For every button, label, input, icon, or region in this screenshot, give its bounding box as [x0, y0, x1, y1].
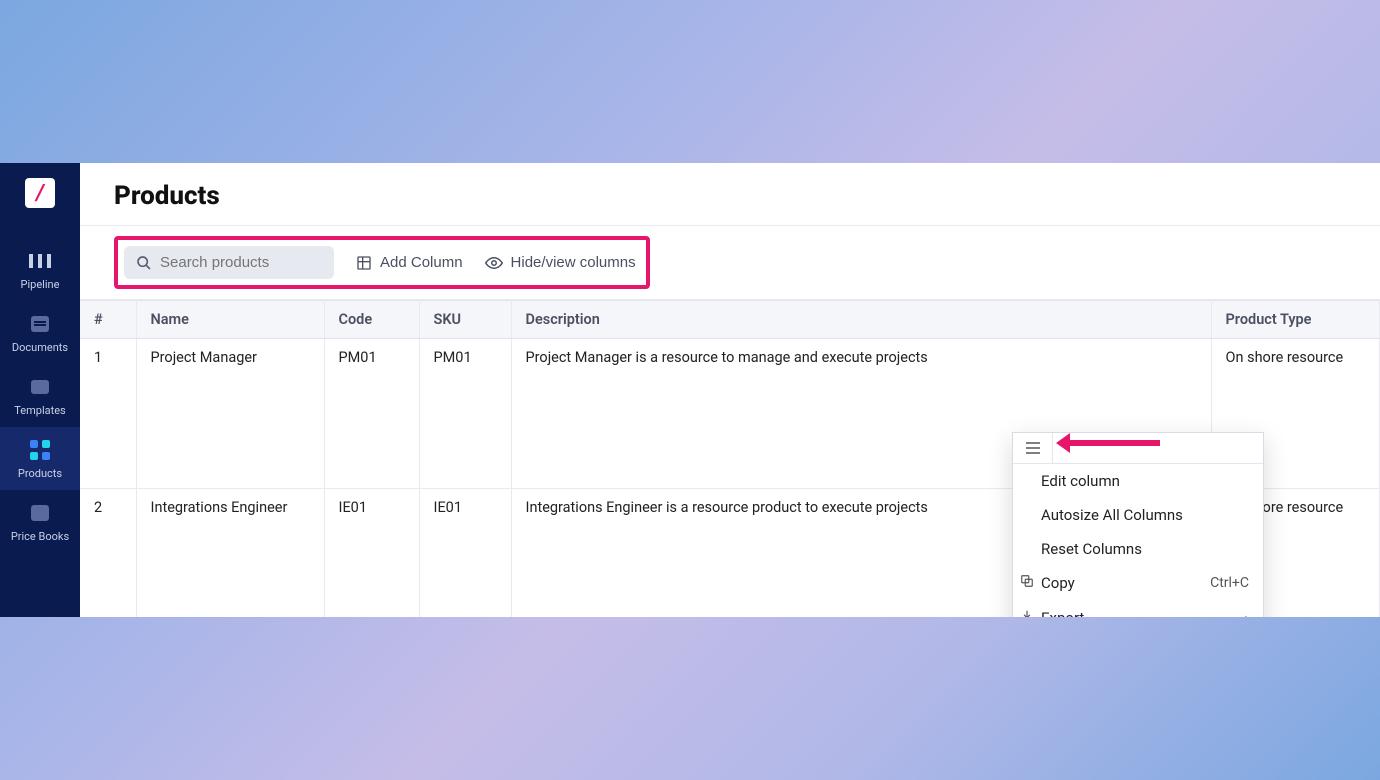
search-input-wrap[interactable]	[124, 246, 334, 279]
documents-icon	[31, 316, 49, 332]
toolbar: Add Column Hide/view columns	[80, 225, 1380, 300]
pipeline-icon	[29, 250, 51, 272]
cell-number: 2	[80, 489, 136, 618]
context-menu-edit-column[interactable]: Edit column	[1013, 464, 1263, 498]
cell-number: 1	[80, 339, 136, 489]
sidebar-item-documents[interactable]: Documents	[0, 301, 80, 364]
context-menu-header	[1013, 433, 1263, 464]
download-icon	[1020, 609, 1034, 618]
main-panel: Products Add Column Hide/view columns	[80, 163, 1380, 617]
annotation-highlight: Add Column Hide/view columns	[114, 236, 650, 289]
hamburger-icon	[1026, 442, 1040, 454]
column-header-description[interactable]: Description	[511, 301, 1211, 339]
column-header-code[interactable]: Code	[324, 301, 419, 339]
search-input[interactable]	[160, 254, 322, 271]
sidebar-item-products[interactable]: Products	[0, 427, 80, 490]
cell-code: IE01	[324, 489, 419, 618]
cell-name: Integrations Engineer	[136, 489, 324, 618]
sidebar-item-label: Documents	[12, 341, 68, 354]
chevron-right-icon: ›	[1244, 608, 1249, 617]
sidebar-item-price-books[interactable]: Price Books	[0, 490, 80, 553]
app-logo: /	[25, 178, 55, 208]
annotation-arrow	[1070, 440, 1160, 446]
add-column-button[interactable]: Add Column	[356, 254, 463, 271]
cell-code: PM01	[324, 339, 419, 489]
keyboard-shortcut: Ctrl+C	[1210, 575, 1249, 591]
column-header-number[interactable]: #	[80, 301, 136, 339]
products-table-wrap: # Name Code SKU Description Product Type…	[80, 300, 1380, 617]
page-title: Products	[80, 163, 1380, 225]
sidebar-item-pipeline[interactable]: Pipeline	[0, 238, 80, 301]
column-context-menu: Edit column Autosize All Columns Reset C…	[1012, 432, 1264, 617]
sidebar-item-label: Price Books	[11, 530, 69, 543]
products-icon	[30, 440, 50, 460]
templates-icon	[31, 380, 49, 394]
column-header-product-type[interactable]: Product Type	[1211, 301, 1380, 339]
column-header-name[interactable]: Name	[136, 301, 324, 339]
search-icon	[136, 255, 152, 271]
price-books-icon	[31, 505, 49, 521]
context-menu-hamburger-button[interactable]	[1013, 433, 1053, 463]
sidebar: / Pipeline Documents Templates Products …	[0, 163, 80, 617]
sidebar-item-label: Pipeline	[21, 278, 60, 291]
cell-name: Project Manager	[136, 339, 324, 489]
cell-sku: PM01	[419, 339, 511, 489]
context-menu-export[interactable]: Export ›	[1013, 600, 1263, 617]
context-menu-autosize[interactable]: Autosize All Columns	[1013, 498, 1263, 532]
table-icon	[356, 255, 372, 271]
hide-columns-button[interactable]: Hide/view columns	[485, 254, 636, 272]
sidebar-item-templates[interactable]: Templates	[0, 364, 80, 427]
column-header-sku[interactable]: SKU	[419, 301, 511, 339]
context-menu-reset[interactable]: Reset Columns	[1013, 532, 1263, 566]
sidebar-item-label: Products	[18, 467, 62, 480]
eye-icon	[485, 254, 503, 272]
app-window: / Pipeline Documents Templates Products …	[0, 163, 1380, 617]
cell-sku: IE01	[419, 489, 511, 618]
copy-icon	[1020, 574, 1034, 592]
context-menu-copy[interactable]: Copy Ctrl+C	[1013, 566, 1263, 600]
sidebar-item-label: Templates	[14, 404, 65, 417]
